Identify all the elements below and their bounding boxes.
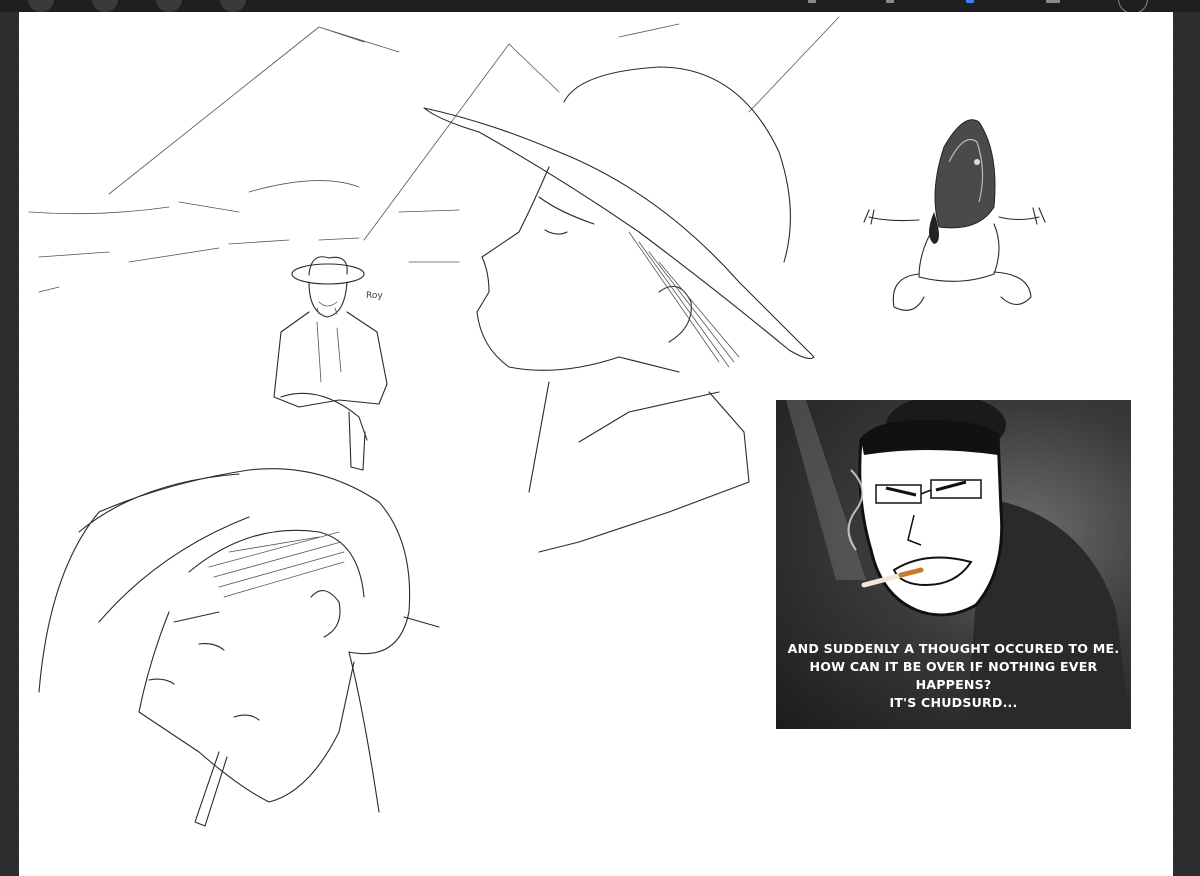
landscape-hatching	[28, 180, 460, 293]
mountain-left-sketch	[108, 26, 400, 195]
drawing-canvas[interactable]: Roy AND SUDDENLY A THOUGHT OCCURED TO ME…	[19, 12, 1173, 876]
transform-icon[interactable]	[1046, 0, 1060, 3]
adjust-icon[interactable]	[886, 0, 894, 3]
roy-figure-sketch	[273, 256, 388, 471]
brush-tool-icon[interactable]	[28, 0, 54, 12]
cowboy-cigarette-sketch	[38, 468, 440, 827]
caption-line-1: AND SUDDENLY A THOUGHT OCCURED TO ME.	[787, 641, 1120, 656]
pasted-meme-image[interactable]: AND SUDDENLY A THOUGHT OCCURED TO ME. HO…	[776, 400, 1131, 729]
menu-icon[interactable]	[808, 0, 816, 3]
smudge-tool-icon[interactable]	[92, 0, 118, 12]
cowboy-profile-sketch	[423, 66, 815, 553]
selection-icon[interactable]	[966, 0, 974, 3]
top-toolbar	[0, 0, 1200, 14]
caption-line-3: HAPPENS?	[915, 677, 992, 692]
eraser-tool-icon[interactable]	[156, 0, 182, 12]
caption-line-4: IT'S CHUDSURD...	[889, 695, 1018, 710]
layers-tool-icon[interactable]	[220, 0, 246, 12]
caption-line-2: HOW CAN IT BE OVER IF NOTHING EVER	[809, 659, 1098, 674]
roy-name-label: Roy	[366, 291, 383, 301]
meme-caption: AND SUDDENLY A THOUGHT OCCURED TO ME. HO…	[776, 640, 1131, 712]
fish-head-baby-sketch	[863, 119, 1046, 311]
